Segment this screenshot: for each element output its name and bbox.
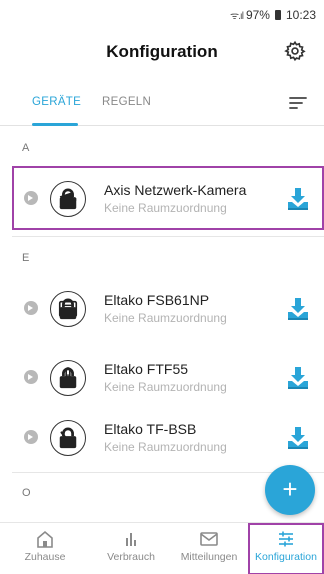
device-name: Eltako TF-BSB xyxy=(104,421,197,437)
tab-bar: GERÄTE REGELN xyxy=(0,82,324,126)
gear-icon[interactable] xyxy=(284,40,306,62)
home-icon xyxy=(37,530,53,548)
nav-mitteilungen[interactable]: Mitteilungen xyxy=(172,523,246,574)
device-room: Keine Raumzuordnung xyxy=(104,440,227,454)
thermometer-icon xyxy=(50,360,86,396)
nav-zuhause[interactable]: Zuhause xyxy=(10,523,80,574)
switch-icon xyxy=(50,420,86,456)
download-icon[interactable] xyxy=(286,186,310,212)
clock: 10:23 xyxy=(285,8,316,22)
section-header-a: A xyxy=(22,142,30,154)
device-row-eltako-fsb61np[interactable]: Eltako FSB61NP Keine Raumzuordnung xyxy=(0,276,324,340)
blind-icon xyxy=(50,291,86,327)
device-row-eltako-ftf55[interactable]: Eltako FTF55 Keine Raumzuordnung xyxy=(0,345,324,409)
expand-chevron-icon[interactable] xyxy=(24,370,38,384)
bar-chart-icon xyxy=(126,533,136,546)
device-room: Keine Raumzuordnung xyxy=(104,201,227,215)
device-row-eltako-tf-bsb[interactable]: Eltako TF-BSB Keine Raumzuordnung xyxy=(0,405,324,469)
device-row-axis-camera[interactable]: Axis Netzwerk-Kamera Keine Raumzuordnung xyxy=(12,166,324,230)
sliders-icon xyxy=(279,531,293,547)
sort-icon[interactable] xyxy=(288,96,308,110)
expand-chevron-icon[interactable] xyxy=(24,191,38,205)
device-name: Eltako FTF55 xyxy=(104,361,189,377)
camera-icon xyxy=(50,181,86,217)
nav-label: Mitteilungen xyxy=(180,551,238,563)
tab-regeln[interactable]: REGELN xyxy=(102,96,151,108)
nav-konfiguration[interactable]: Konfiguration xyxy=(248,523,324,574)
section-divider xyxy=(12,236,324,237)
status-bar: ᯤ.ıl 97% 10:23 xyxy=(0,0,324,30)
nav-label: Konfiguration xyxy=(255,551,317,563)
nav-label: Zuhause xyxy=(24,551,66,563)
lock-icon xyxy=(59,188,77,210)
device-name: Eltako FSB61NP xyxy=(104,292,210,308)
signal-icon: ᯤ.ıl xyxy=(230,11,244,22)
section-header-o: O xyxy=(22,487,31,499)
app-bar: Konfiguration xyxy=(0,30,324,76)
download-icon[interactable] xyxy=(286,425,310,451)
battery-level: 97% xyxy=(245,8,270,22)
lock-icon xyxy=(59,298,77,320)
download-icon[interactable] xyxy=(286,365,310,391)
tab-geraete[interactable]: GERÄTE xyxy=(32,96,81,108)
section-header-e: E xyxy=(22,252,30,264)
page-title: Konfiguration xyxy=(106,42,218,61)
expand-chevron-icon[interactable] xyxy=(24,430,38,444)
battery-icon xyxy=(274,10,281,20)
nav-verbrauch[interactable]: Verbrauch xyxy=(96,523,166,574)
device-room: Keine Raumzuordnung xyxy=(104,311,227,325)
mail-icon xyxy=(200,532,218,546)
expand-chevron-icon[interactable] xyxy=(24,301,38,315)
device-room: Keine Raumzuordnung xyxy=(104,380,227,394)
download-icon[interactable] xyxy=(286,296,310,322)
bottom-navigation: Zuhause Verbrauch Mitteilungen Konfigura… xyxy=(0,522,324,574)
lock-icon xyxy=(59,367,77,389)
device-name: Axis Netzwerk-Kamera xyxy=(104,182,247,198)
active-tab-indicator xyxy=(32,123,78,126)
nav-label: Verbrauch xyxy=(107,551,155,563)
add-device-button[interactable]: + xyxy=(265,465,315,515)
lock-icon xyxy=(59,427,77,449)
